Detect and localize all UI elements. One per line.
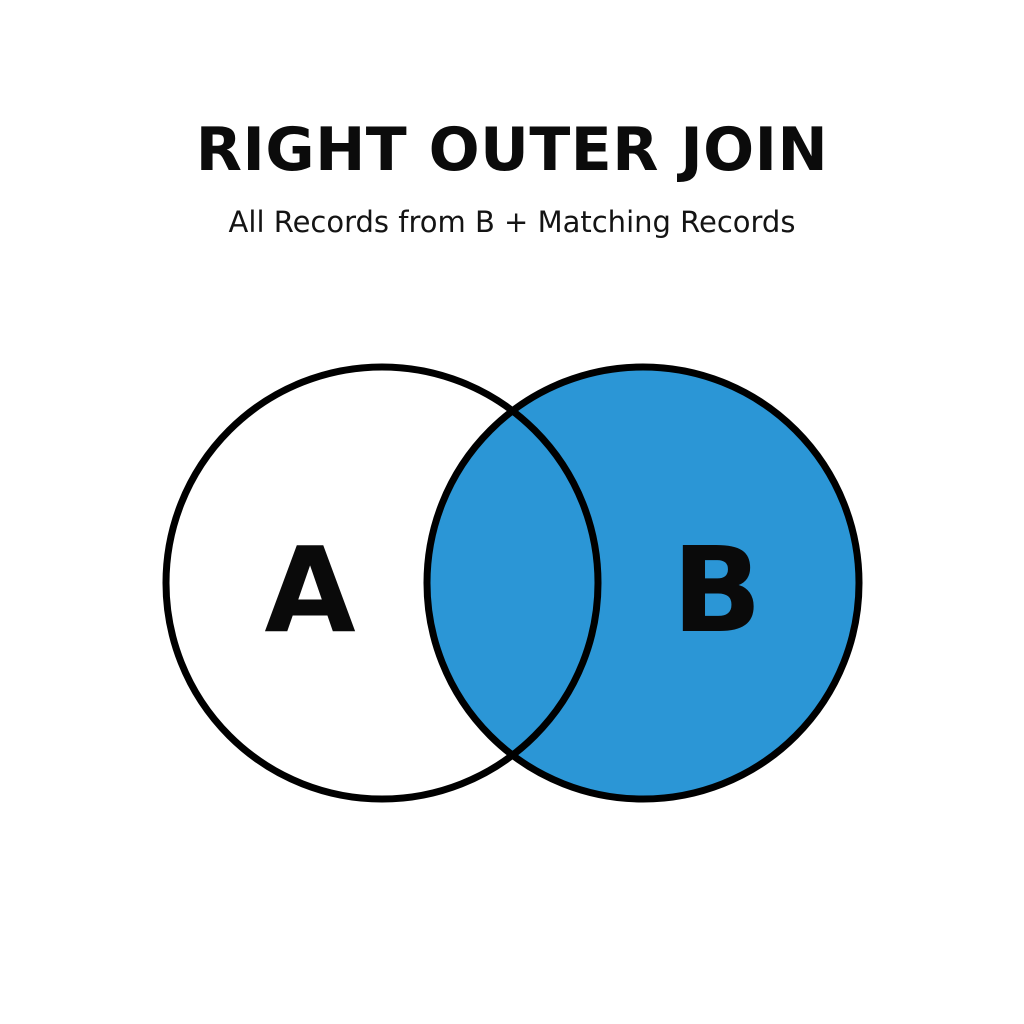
venn-diagram: A B <box>162 363 863 803</box>
set-b-label: B <box>672 521 762 659</box>
set-a-label: A <box>264 521 355 659</box>
